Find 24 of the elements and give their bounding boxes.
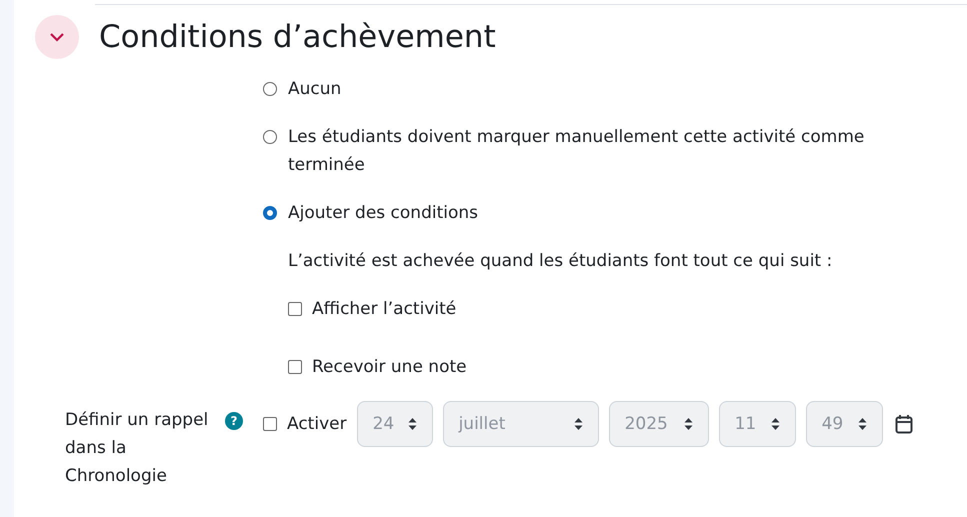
checkbox-label: Afficher l’activité <box>312 298 456 321</box>
radio-button[interactable] <box>263 206 277 220</box>
sort-caret-icon <box>684 417 693 431</box>
radio-label: Ajouter des conditions <box>288 202 478 225</box>
reminder-label: Définir un rappel dans la Chronologie <box>65 409 210 488</box>
help-icon[interactable]: ? <box>225 412 243 430</box>
collapse-button[interactable] <box>35 15 79 59</box>
checkbox[interactable] <box>288 302 302 316</box>
radio-button[interactable] <box>263 130 277 144</box>
radio-button[interactable] <box>263 82 277 96</box>
sort-caret-icon <box>770 417 780 431</box>
radio-label: Les étudiants doivent marquer manuellement cette activité comme terminée <box>288 126 866 177</box>
sort-caret-icon <box>574 417 583 431</box>
chevron-icon <box>49 32 65 42</box>
section-title: Conditions d’achèvement <box>99 22 496 52</box>
conditions-intro: L’activité est achevée quand les étudiants font tout ce qui suit : <box>288 250 834 273</box>
checkbox-label: Activer <box>287 413 347 436</box>
checkbox[interactable] <box>263 417 277 431</box>
sort-caret-icon <box>408 417 417 431</box>
checkbox[interactable] <box>288 360 302 374</box>
radio-label: Aucun <box>288 78 342 101</box>
calendar-icon <box>894 414 913 434</box>
checkbox-label: Recevoir une note <box>312 356 467 379</box>
sort-caret-icon <box>858 417 867 431</box>
